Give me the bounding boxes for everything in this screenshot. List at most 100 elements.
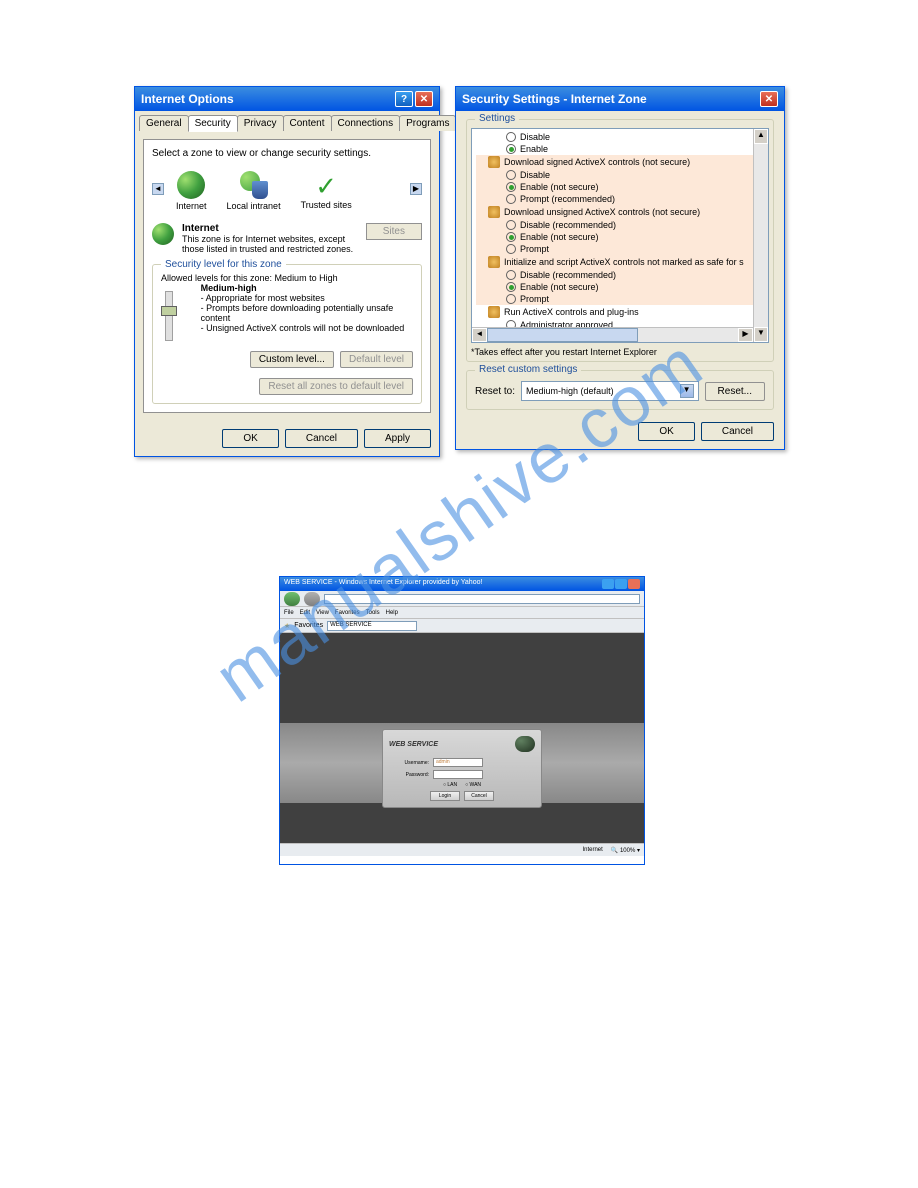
zone-intranet[interactable]: Local intranet — [227, 171, 281, 211]
menu-help[interactable]: Help — [386, 610, 398, 616]
tree-radio-item[interactable]: Enable (not secure) — [476, 181, 764, 193]
username-label: Username: — [389, 760, 429, 766]
slider-thumb[interactable] — [161, 306, 177, 316]
maximize-button[interactable] — [615, 579, 627, 589]
scroll-left[interactable]: ◄ — [472, 328, 487, 342]
settings-tree[interactable]: DisableEnableDownload signed ActiveX con… — [471, 128, 769, 343]
tree-radio-item[interactable]: Prompt — [476, 243, 764, 255]
tree-radio-item[interactable]: Disable (recommended) — [476, 269, 764, 281]
username-input[interactable]: admin — [433, 758, 483, 767]
tree-radio-item[interactable]: Disable (recommended) — [476, 219, 764, 231]
tab-content[interactable]: Content — [283, 115, 332, 131]
favorites-label: Favorites — [294, 622, 323, 629]
sites-button[interactable]: Sites — [366, 223, 422, 240]
tree-radio-item[interactable]: Disable — [476, 131, 764, 143]
forward-button[interactable] — [304, 592, 320, 606]
favorites-bar: ★ Favorites WEB SERVICE — [280, 619, 644, 633]
cancel-button[interactable]: Cancel — [285, 429, 358, 448]
security-slider[interactable] — [165, 291, 173, 341]
tree-radio-item[interactable]: Prompt (recommended) — [476, 193, 764, 205]
tree-radio-item[interactable]: Prompt — [476, 293, 764, 305]
default-level-button[interactable]: Default level — [340, 351, 413, 368]
scroll-right[interactable]: ▶ — [410, 183, 422, 195]
reset-button[interactable]: Reset... — [705, 382, 765, 401]
reset-to-label: Reset to: — [475, 386, 515, 397]
address-bar[interactable] — [324, 594, 640, 604]
tree-radio-item[interactable]: Enable (not secure) — [476, 231, 764, 243]
radio-label: Disable — [520, 170, 550, 180]
close-button[interactable] — [628, 579, 640, 589]
header-label: Download unsigned ActiveX controls (not … — [504, 207, 700, 217]
password-field: Password: — [389, 770, 535, 779]
minimize-button[interactable] — [602, 579, 614, 589]
ok-button[interactable]: OK — [638, 422, 694, 441]
radio-icon — [506, 270, 516, 280]
star-icon[interactable]: ★ — [284, 622, 290, 630]
scroll-right[interactable]: ▶ — [738, 328, 753, 342]
scroll-down[interactable]: ▼ — [754, 327, 768, 342]
radio-icon — [506, 244, 516, 254]
bullet: - Unsigned ActiveX controls will not be … — [201, 323, 413, 333]
reset-all-button[interactable]: Reset all zones to default level — [259, 378, 413, 395]
header-icon — [488, 306, 500, 318]
tree-radio-item[interactable]: Enable — [476, 143, 764, 155]
restart-note: *Takes effect after you restart Internet… — [471, 347, 769, 357]
reset-row: Reset to: Medium-high (default) ▼ Reset.… — [475, 381, 765, 401]
scroll-left[interactable]: ◄ — [152, 183, 164, 195]
radio-icon — [506, 182, 516, 192]
camera-icon — [515, 736, 535, 752]
radio-icon — [506, 232, 516, 242]
radio-label: Enable (not secure) — [520, 282, 599, 292]
cancel-button[interactable]: Cancel — [701, 422, 774, 441]
browser-titlebar: WEB SERVICE - Windows Internet Explorer … — [280, 577, 644, 591]
tab-programs[interactable]: Programs — [399, 115, 456, 131]
custom-level-button[interactable]: Custom level... — [250, 351, 334, 368]
zone-intro: Select a zone to view or change security… — [152, 148, 422, 159]
tree-header: Run ActiveX controls and plug-ins — [476, 305, 764, 319]
ok-button[interactable]: OK — [222, 429, 278, 448]
close-button[interactable]: ✕ — [760, 91, 778, 107]
vertical-scrollbar[interactable]: ▲ ▼ — [753, 129, 768, 342]
scroll-up[interactable]: ▲ — [754, 129, 768, 144]
tab-general[interactable]: General — [139, 115, 189, 131]
radio-label: Enable (not secure) — [520, 232, 599, 242]
login-button[interactable]: Login — [430, 791, 460, 801]
radio-wan[interactable]: ○ WAN — [465, 782, 481, 788]
close-button[interactable]: ✕ — [415, 91, 433, 107]
tab[interactable]: WEB SERVICE — [327, 621, 417, 631]
tab-privacy[interactable]: Privacy — [237, 115, 284, 131]
titlebar: Security Settings - Internet Zone ✕ — [456, 87, 784, 111]
help-button[interactable]: ? — [395, 91, 413, 107]
horizontal-scrollbar[interactable]: ◄ ▶ — [472, 327, 753, 342]
scroll-thumb[interactable] — [487, 328, 638, 342]
back-button[interactable] — [284, 592, 300, 606]
zone-label: Trusted sites — [301, 200, 352, 210]
header-icon — [488, 256, 500, 268]
radio-lan[interactable]: ○ LAN — [443, 782, 457, 788]
zone-trusted[interactable]: ✓ Trusted sites — [301, 172, 352, 210]
menu-view[interactable]: View — [316, 610, 329, 616]
panel-header: WEB SERVICE — [389, 736, 535, 752]
zoom-level[interactable]: 🔍 100% ▾ — [611, 847, 640, 854]
allowed-levels: Allowed levels for this zone: Medium to … — [161, 273, 413, 283]
reset-group: Reset custom settings Reset to: Medium-h… — [466, 370, 774, 410]
password-input[interactable] — [433, 770, 483, 779]
tab-security[interactable]: Security — [188, 115, 238, 132]
radio-label: Prompt — [520, 294, 549, 304]
scroll-track[interactable] — [487, 328, 738, 342]
apply-button[interactable]: Apply — [364, 429, 431, 448]
security-level-group: Security level for this zone Allowed lev… — [152, 264, 422, 404]
menu-edit[interactable]: Edit — [300, 610, 310, 616]
menu-file[interactable]: File — [284, 610, 294, 616]
zone-internet[interactable]: Internet — [176, 171, 207, 211]
menu-tools[interactable]: Tools — [366, 610, 380, 616]
tab-connections[interactable]: Connections — [331, 115, 401, 131]
zone-list[interactable]: Internet Local intranet ✓ Trusted sites — [166, 167, 408, 215]
menu-favorites[interactable]: Favorites — [335, 610, 360, 616]
cancel-button[interactable]: Cancel — [464, 791, 494, 801]
tree-radio-item[interactable]: Enable (not secure) — [476, 281, 764, 293]
tree-radio-item[interactable]: Disable — [476, 169, 764, 181]
password-label: Password: — [389, 772, 429, 778]
reset-select[interactable]: Medium-high (default) ▼ — [521, 381, 699, 401]
dialog-footer: OK Cancel Apply — [135, 421, 439, 456]
